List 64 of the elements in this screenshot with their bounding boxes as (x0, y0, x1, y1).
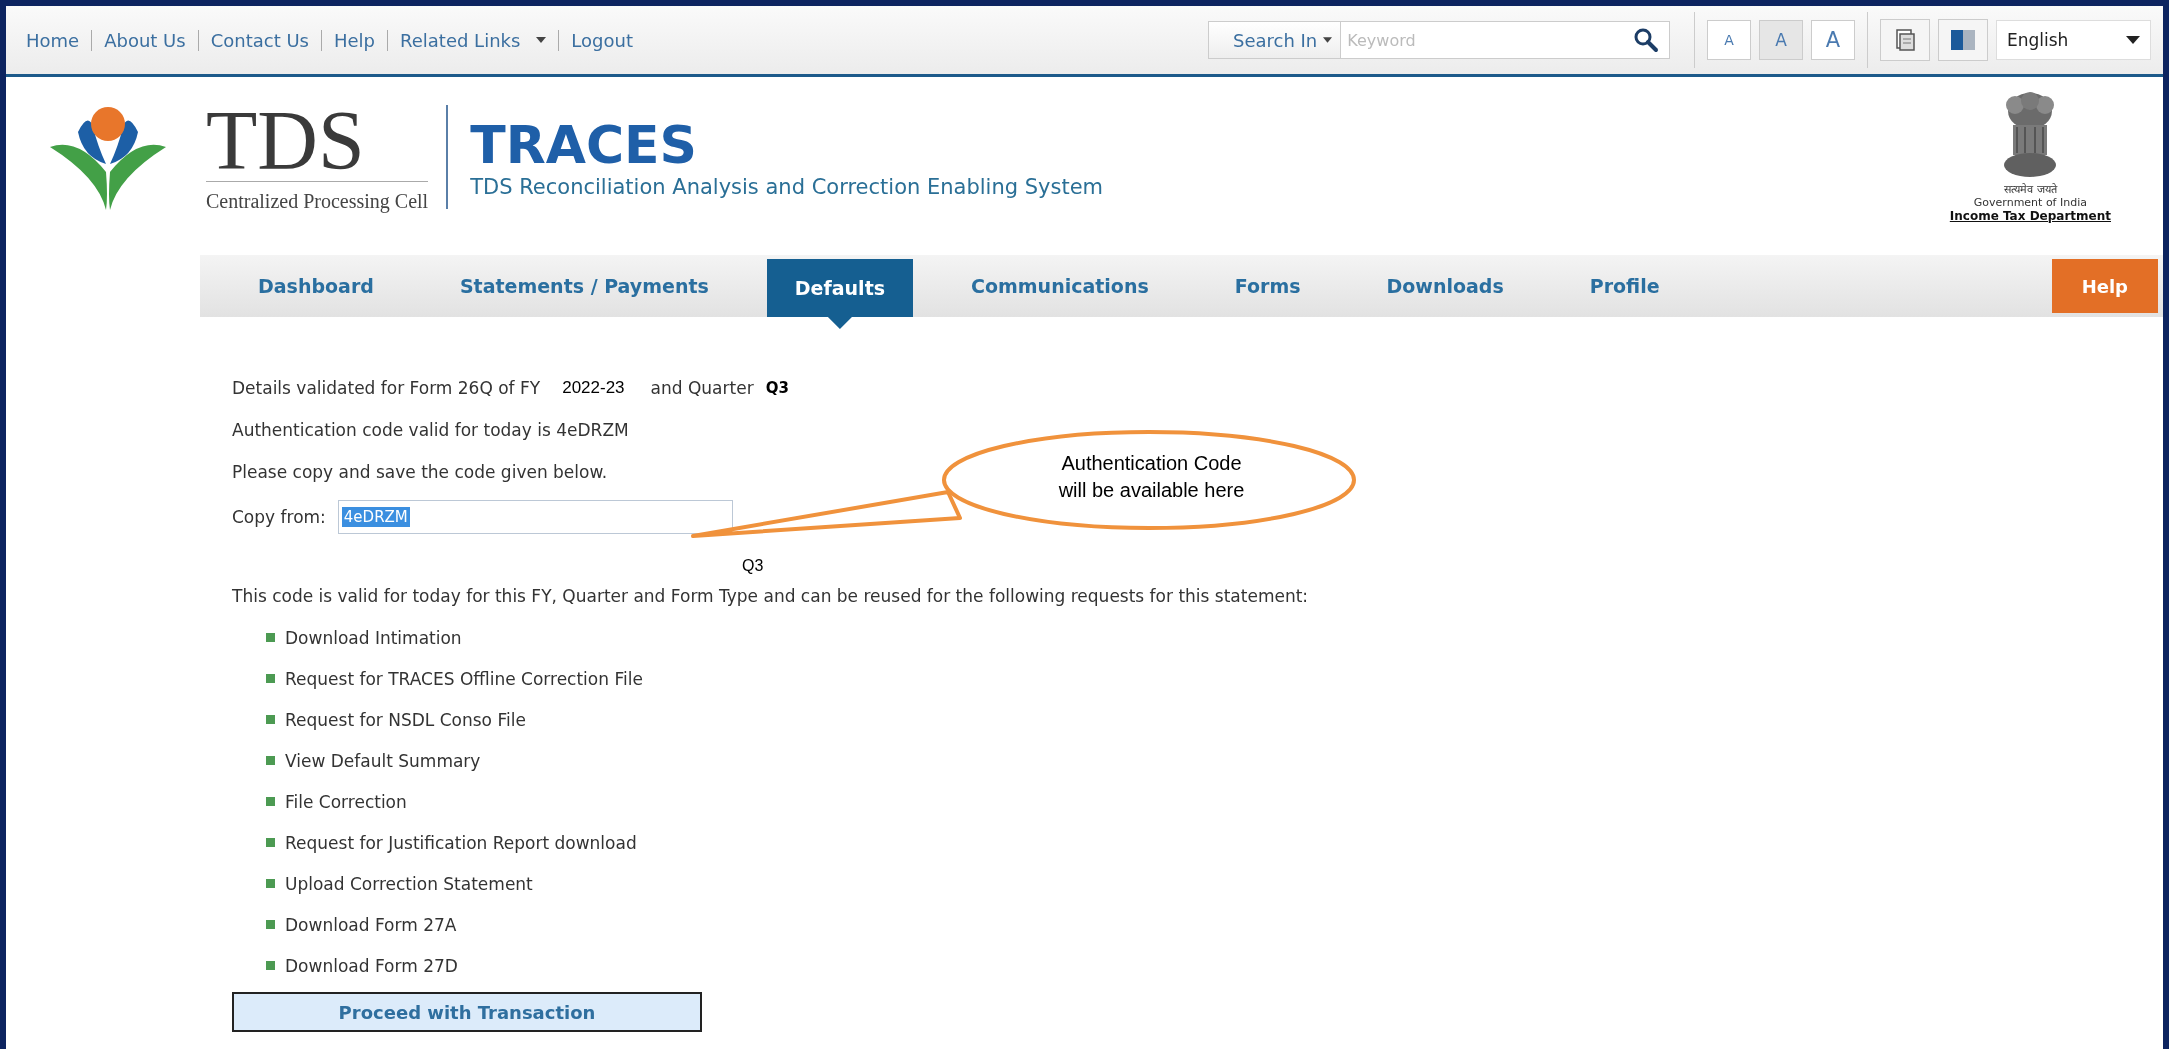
quarter-value: Q3 (765, 379, 789, 397)
validity-text: This code is valid for today for this FY, Quarter and Form Type and can be reused for the following requests for this statement: (232, 586, 1309, 606)
caret-icon (2126, 36, 2140, 44)
bullet-icon (266, 756, 275, 765)
copy-label: Copy from: (232, 507, 326, 527)
nav-tab[interactable]: Defaults (766, 259, 914, 329)
bullet-icon (266, 633, 275, 642)
quarter-label: and Quarter (650, 378, 754, 398)
nav-tab[interactable]: Forms (1206, 255, 1329, 317)
language-dropdown[interactable]: English (1996, 20, 2151, 60)
search-icon[interactable] (1633, 27, 1659, 53)
fy-value: 2022-23 (562, 378, 625, 398)
instruction-text: Please copy and save the code given below. (232, 462, 608, 482)
request-item: Download Form 27D (285, 955, 458, 976)
top-link[interactable]: Related Links (387, 29, 559, 51)
bullet-icon (266, 879, 275, 888)
request-item: Request for TRACES Offline Correction File (285, 668, 643, 689)
bullet-icon (266, 797, 275, 806)
request-item: View Default Summary (285, 750, 481, 771)
top-link[interactable]: Home (14, 29, 92, 51)
contrast-button[interactable] (1938, 19, 1988, 61)
logo-subtitle: Centralized Processing Cell (206, 181, 429, 213)
auth-code-text: Authentication code valid for today is 4eDRZM (232, 420, 629, 440)
request-item: Upload Correction Statement (285, 873, 533, 894)
bullet-icon (266, 674, 275, 683)
bullet-icon (266, 961, 275, 970)
print-button[interactable] (1880, 19, 1930, 61)
proceed-button[interactable]: Proceed with Transaction (232, 992, 702, 1032)
contrast-icon (1949, 28, 1977, 52)
copy-field[interactable]: 4eDRZM (337, 500, 733, 534)
nav-tab[interactable]: Dashboard (230, 255, 402, 317)
caret-icon (1323, 37, 1333, 43)
bullet-icon (266, 715, 275, 724)
details-text: Details validated for Form 26Q of FY (232, 378, 541, 398)
top-link[interactable]: Contact Us (197, 29, 321, 51)
floating-note: Q3 (742, 557, 764, 575)
nav-tab[interactable]: Downloads (1358, 255, 1532, 317)
request-item: Download Form 27A (285, 914, 457, 935)
search-bar[interactable]: Search In Keyword (1208, 21, 1670, 59)
nav-tab[interactable]: Statements / Payments (431, 255, 737, 317)
bullet-icon (266, 920, 275, 929)
nav-tab[interactable]: Profile (1561, 255, 1688, 317)
callout-text: Authentication Code will be available here (1057, 451, 1246, 503)
font-size-button[interactable]: A (1811, 20, 1855, 60)
caret-icon (536, 37, 547, 43)
search-scope-dropdown[interactable]: Search In (1209, 22, 1342, 58)
font-size-button[interactable]: A (1707, 20, 1751, 60)
request-item: File Correction (285, 791, 407, 812)
top-link[interactable]: Help (320, 29, 387, 51)
site-title: TRACES (470, 115, 699, 175)
nav-tab[interactable]: Communications (943, 255, 1177, 317)
emblem-department: Income Tax Department (1949, 209, 2111, 223)
emblem-government: Government of India (1973, 196, 2087, 209)
request-item: Request for NSDL Conso File (285, 709, 526, 730)
logo-text: TDS (206, 101, 366, 181)
emblem-motto: सत्यमेव जयते (2004, 182, 2057, 196)
font-size-button[interactable]: A (1759, 20, 1803, 60)
top-link[interactable]: Logout (558, 29, 645, 51)
request-item: Download Intimation (285, 627, 462, 648)
request-item: Request for Justification Report download (285, 832, 637, 853)
bullet-icon (266, 838, 275, 847)
site-subtitle: TDS Reconciliation Analysis and Correction Enabling System (470, 175, 1104, 199)
nav-tab[interactable]: Help (2051, 259, 2158, 313)
top-link[interactable]: About Us (91, 29, 198, 51)
